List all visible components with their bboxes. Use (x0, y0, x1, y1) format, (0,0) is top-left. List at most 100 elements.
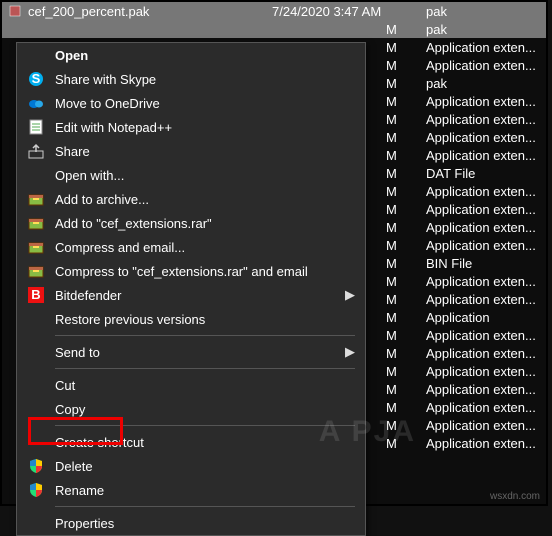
source-tag: wsxdn.com (490, 491, 540, 502)
blank-icon (25, 46, 47, 64)
file-time-suffix: M (386, 130, 416, 145)
file-type: Application exten... (416, 238, 546, 253)
file-type: Application exten... (416, 382, 546, 397)
file-time-suffix: M (386, 94, 416, 109)
file-time-suffix: M (386, 436, 416, 451)
file-time-suffix: M (386, 256, 416, 271)
file-type: Application exten... (416, 148, 546, 163)
menu-open[interactable]: Open (17, 43, 365, 67)
file-type: Application exten... (416, 130, 546, 145)
menu-delete[interactable]: Delete (17, 454, 365, 478)
menu-bitdefender[interactable]: B Bitdefender ▶ (17, 283, 365, 307)
share-icon (25, 142, 47, 160)
menu-copy[interactable]: Copy (17, 397, 365, 421)
context-menu: Open S Share with Skype Move to OneDrive… (16, 42, 366, 536)
menu-add-archive[interactable]: Add to archive... (17, 187, 365, 211)
menu-compress-rar-email[interactable]: Compress to "cef_extensions.rar" and ema… (17, 259, 365, 283)
file-type: Application exten... (416, 94, 546, 109)
blank-icon (25, 376, 47, 394)
notepad-icon (25, 118, 47, 136)
menu-onedrive[interactable]: Move to OneDrive (17, 91, 365, 115)
skype-icon: S (25, 70, 47, 88)
file-name: cef_200_percent.pak (24, 4, 266, 19)
blank-icon (25, 343, 47, 361)
blank-icon (25, 514, 47, 532)
menu-rename[interactable]: Rename (17, 478, 365, 502)
file-time-suffix: M (386, 202, 416, 217)
file-type: Application exten... (416, 220, 546, 235)
winrar-icon (25, 190, 47, 208)
file-icon (6, 3, 24, 19)
blank-icon (25, 433, 47, 451)
file-icon (6, 21, 24, 37)
file-time-suffix: M (386, 310, 416, 325)
file-type: Application exten... (416, 58, 546, 73)
file-time-suffix: M (386, 238, 416, 253)
menu-share[interactable]: Share (17, 139, 365, 163)
file-type: Application exten... (416, 40, 546, 55)
bitdefender-icon: B (25, 286, 47, 304)
file-date: 7/24/2020 3:47 AM (266, 4, 416, 19)
file-type: Application exten... (416, 202, 546, 217)
blank-icon (25, 166, 47, 184)
blank-icon (25, 400, 47, 418)
menu-separator (55, 425, 355, 426)
file-time-suffix: M (386, 166, 416, 181)
file-time-suffix: M (386, 184, 416, 199)
file-type: Application exten... (416, 184, 546, 199)
file-type: Application exten... (416, 364, 546, 379)
file-time-suffix: M (386, 22, 416, 37)
menu-compress-email[interactable]: Compress and email... (17, 235, 365, 259)
file-row[interactable]: Mpak (2, 20, 546, 38)
file-time-suffix: M (386, 148, 416, 163)
file-type: pak (416, 22, 546, 37)
menu-add-rar[interactable]: Add to "cef_extensions.rar" (17, 211, 365, 235)
explorer-window: cef_200_percent.pak 7/24/2020 3:47 AM pa… (0, 0, 548, 506)
file-time-suffix: M (386, 328, 416, 343)
svg-text:B: B (31, 287, 40, 302)
menu-restore[interactable]: Restore previous versions (17, 307, 365, 331)
chevron-right-icon: ▶ (343, 287, 355, 303)
winrar-icon (25, 262, 47, 280)
file-type: Application exten... (416, 346, 546, 361)
file-time-suffix: M (386, 76, 416, 91)
menu-notepadpp[interactable]: Edit with Notepad++ (17, 115, 365, 139)
file-type: Application exten... (416, 418, 546, 433)
onedrive-icon (25, 94, 47, 112)
file-time-suffix: M (386, 274, 416, 289)
file-time-suffix: M (386, 382, 416, 397)
file-type: Application exten... (416, 112, 546, 127)
menu-separator (55, 335, 355, 336)
file-type: Application exten... (416, 328, 546, 343)
svg-text:S: S (32, 71, 41, 86)
file-type: pak (416, 4, 546, 19)
file-time-suffix: M (386, 58, 416, 73)
shield-icon (25, 457, 47, 475)
menu-share-skype[interactable]: S Share with Skype (17, 67, 365, 91)
file-type: Application exten... (416, 292, 546, 307)
file-time-suffix: M (386, 418, 416, 433)
menu-open-with[interactable]: Open with... (17, 163, 365, 187)
file-time-suffix: M (386, 292, 416, 307)
file-row-selected[interactable]: cef_200_percent.pak 7/24/2020 3:47 AM pa… (2, 2, 546, 20)
winrar-icon (25, 214, 47, 232)
menu-separator (55, 368, 355, 369)
menu-create-shortcut[interactable]: Create shortcut (17, 430, 365, 454)
file-type: Application exten... (416, 436, 546, 451)
winrar-icon (25, 238, 47, 256)
menu-send-to[interactable]: Send to ▶ (17, 340, 365, 364)
blank-icon (25, 310, 47, 328)
menu-cut[interactable]: Cut (17, 373, 365, 397)
menu-separator (55, 506, 355, 507)
file-time-suffix: M (386, 364, 416, 379)
file-time-suffix: M (386, 346, 416, 361)
file-type: Application (416, 310, 546, 325)
file-type: BIN File (416, 256, 546, 271)
file-time-suffix: M (386, 40, 416, 55)
shield-icon (25, 481, 47, 499)
file-time-suffix: M (386, 220, 416, 235)
file-time-suffix: M (386, 400, 416, 415)
file-type: DAT File (416, 166, 546, 181)
file-time-suffix: M (386, 112, 416, 127)
menu-properties[interactable]: Properties (17, 511, 365, 535)
